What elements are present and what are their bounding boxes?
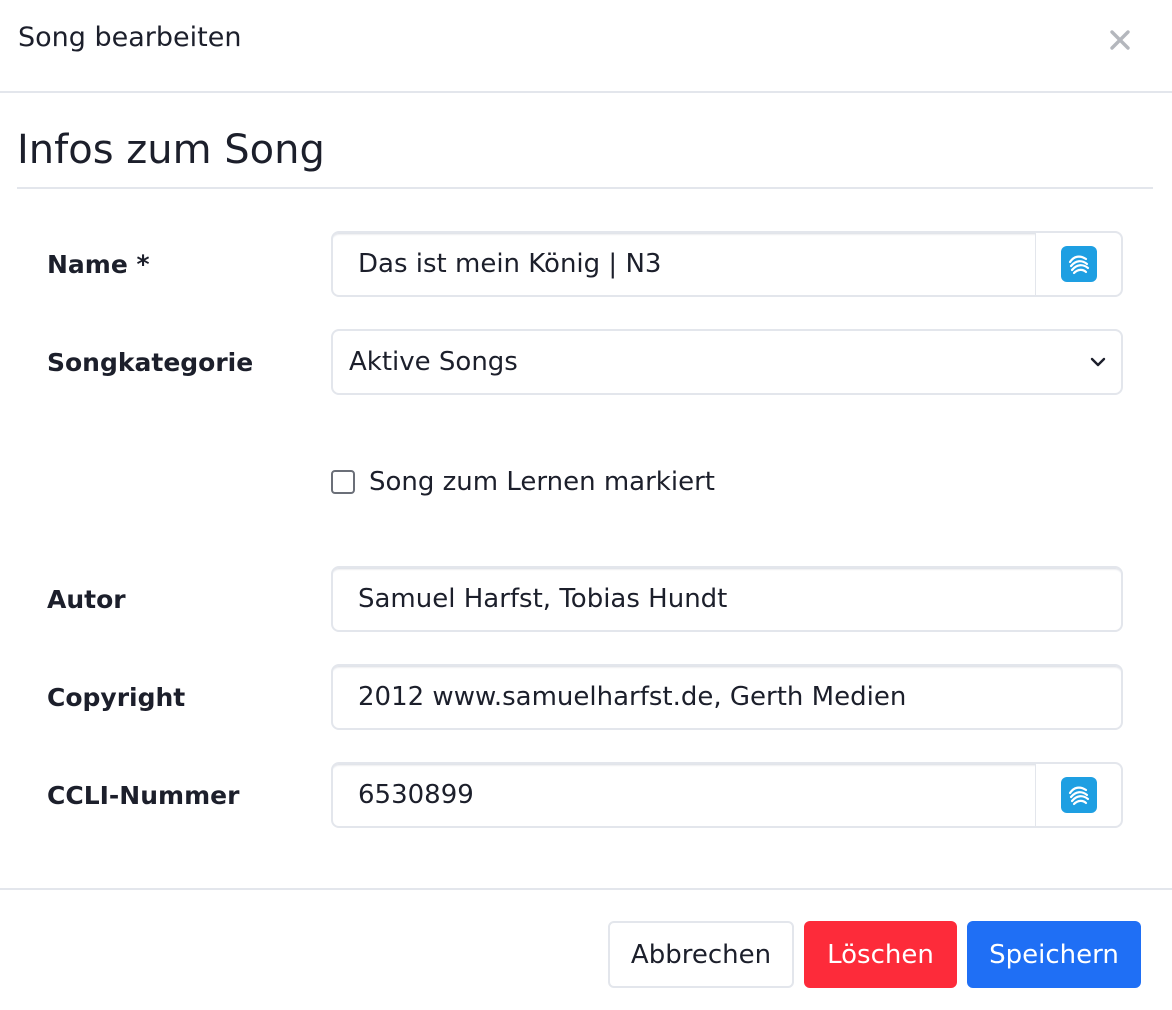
- chevron-down-icon: [1090, 357, 1106, 367]
- category-label: Songkategorie: [47, 348, 254, 377]
- copyright-label: Copyright: [47, 683, 186, 712]
- close-icon: [1110, 30, 1130, 50]
- name-field[interactable]: Das ist mein König | N3: [331, 231, 1037, 297]
- footer-divider: [0, 888, 1172, 890]
- ccli-songselect-button[interactable]: [1035, 762, 1123, 828]
- learn-checkbox-row: Song zum Lernen markiert: [331, 462, 715, 502]
- ccli-value: 6530899: [358, 780, 474, 810]
- songselect-icon: [1060, 246, 1097, 282]
- close-button[interactable]: [1100, 20, 1140, 60]
- author-value: Samuel Harfst, Tobias Hundt: [358, 584, 728, 614]
- name-songselect-button[interactable]: [1035, 231, 1123, 297]
- learn-checkbox-label: Song zum Lernen markiert: [369, 467, 715, 497]
- save-button[interactable]: Speichern: [967, 921, 1141, 988]
- section-divider: [17, 187, 1153, 189]
- modal-title: Song bearbeiten: [18, 22, 242, 53]
- cancel-button[interactable]: Abbrechen: [608, 921, 794, 988]
- delete-button[interactable]: Löschen: [804, 921, 957, 988]
- category-select[interactable]: Aktive Songs: [331, 329, 1123, 395]
- name-label: Name *: [47, 250, 150, 279]
- copyright-value: 2012 www.samuelharfst.de, Gerth Medien: [358, 682, 907, 712]
- ccli-field[interactable]: 6530899: [331, 762, 1037, 828]
- modal-header: Song bearbeiten: [0, 0, 1172, 93]
- songselect-icon: [1060, 777, 1097, 813]
- author-field[interactable]: Samuel Harfst, Tobias Hundt: [331, 566, 1123, 632]
- section-title: Infos zum Song: [17, 127, 325, 173]
- copyright-field[interactable]: 2012 www.samuelharfst.de, Gerth Medien: [331, 664, 1123, 730]
- ccli-label: CCLI-Nummer: [47, 781, 240, 810]
- learn-checkbox[interactable]: [331, 470, 355, 494]
- author-label: Autor: [47, 585, 126, 614]
- name-value: Das ist mein König | N3: [358, 249, 662, 279]
- category-value: Aktive Songs: [349, 347, 518, 377]
